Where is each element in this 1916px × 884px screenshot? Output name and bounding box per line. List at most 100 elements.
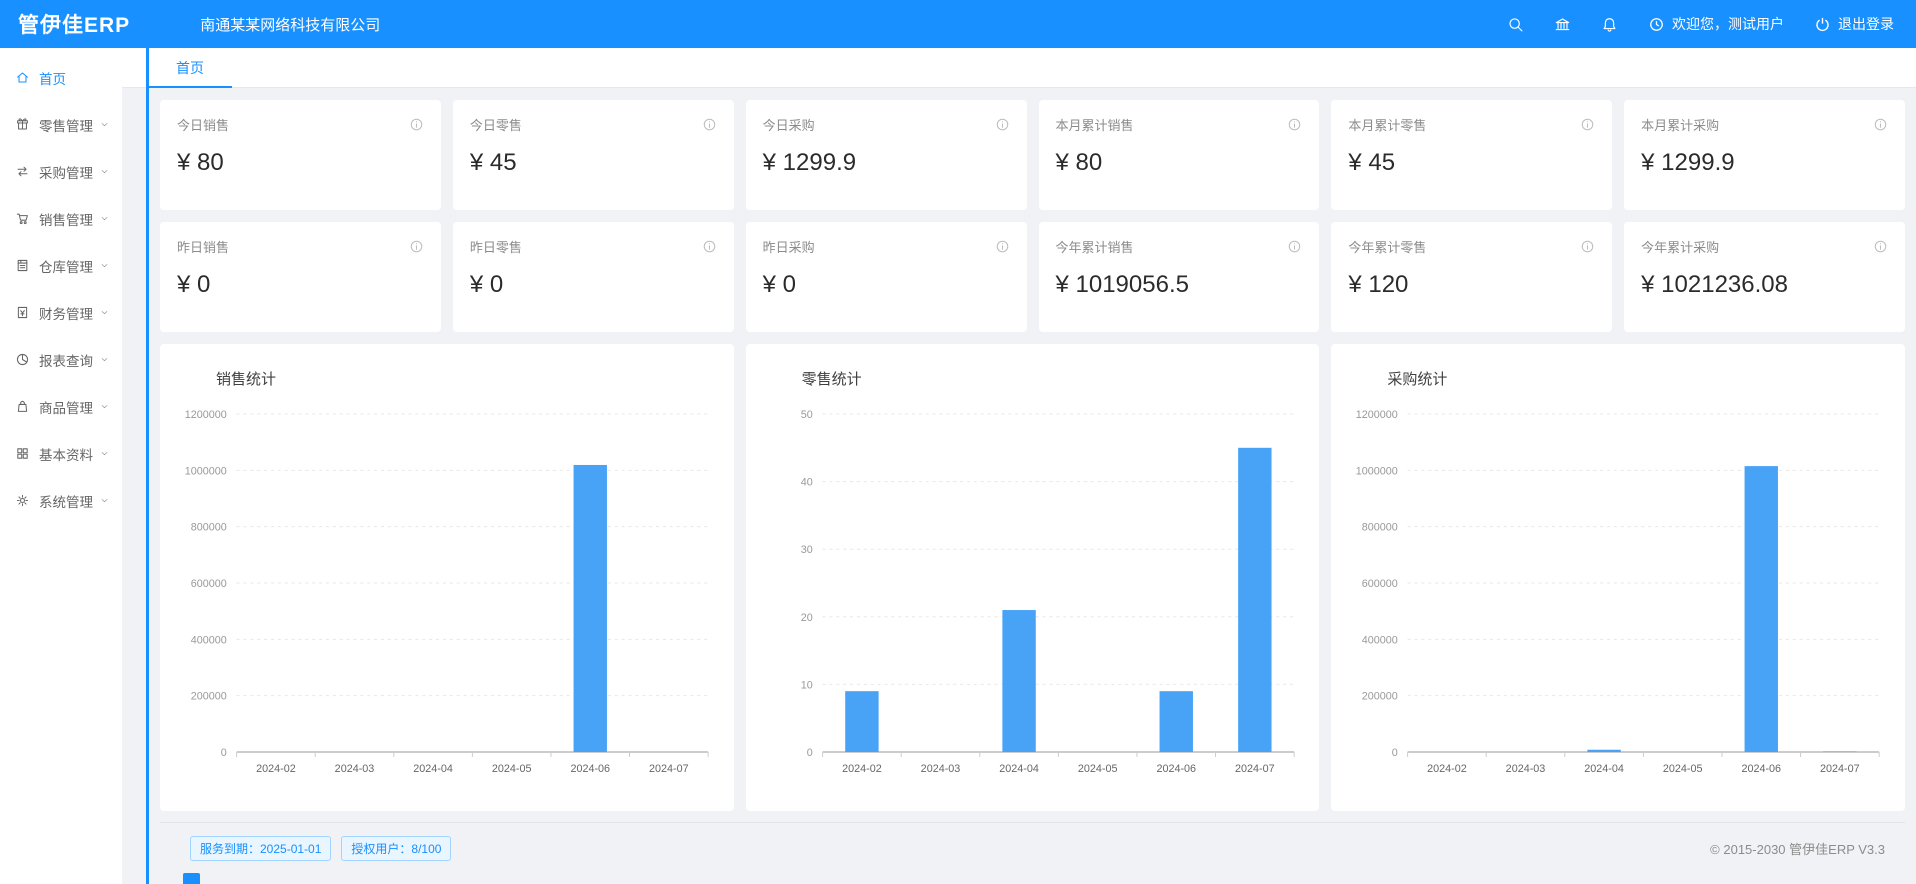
stat-card-today-purchase: 今日采购¥ 1299.9 <box>746 100 1027 210</box>
power-icon <box>1814 16 1831 33</box>
vertical-accent-bar <box>146 48 149 884</box>
stat-value: ¥ 0 <box>470 271 717 299</box>
grid-icon <box>15 446 30 461</box>
service-expiry-badge[interactable]: 服务到期：2025-01-01 <box>190 836 331 861</box>
app-logo[interactable]: 管伊佳ERP <box>0 9 130 39</box>
sidebar-item-retail[interactable]: 零售管理 <box>0 101 122 148</box>
svg-text:2024-03: 2024-03 <box>920 763 960 775</box>
stat-card-today-retail: 今日零售¥ 45 <box>453 100 734 210</box>
sidebar-item-warehouse[interactable]: 仓库管理 <box>0 242 122 289</box>
svg-text:1000000: 1000000 <box>185 465 227 477</box>
svg-text:0: 0 <box>806 747 812 759</box>
info-icon[interactable] <box>1580 239 1595 254</box>
cart-icon <box>15 211 30 226</box>
stat-label: 今日零售 <box>470 115 522 134</box>
chart-card-purchase: 采购统计020000040000060000080000010000001200… <box>1331 344 1905 811</box>
svg-text:2024-05: 2024-05 <box>1663 763 1703 775</box>
stat-label: 今年累计采购 <box>1641 237 1719 256</box>
swap-icon <box>15 164 30 179</box>
sidebar-item-label: 基本资料 <box>39 444 93 464</box>
sidebar-item-purchase[interactable]: 采购管理 <box>0 148 122 195</box>
svg-text:0: 0 <box>1392 747 1398 759</box>
logout-button[interactable]: 退出登录 <box>1814 14 1894 34</box>
info-icon[interactable] <box>995 117 1010 132</box>
chevron-down-icon <box>99 260 110 271</box>
sidebar-item-sales[interactable]: 销售管理 <box>0 195 122 242</box>
info-icon[interactable] <box>1287 239 1302 254</box>
floating-widget[interactable] <box>183 873 200 884</box>
footer-bar: 服务到期：2025-01-01 授权用户：8/100 © 2015-2030 管… <box>160 822 1905 873</box>
svg-text:2024-07: 2024-07 <box>649 763 689 775</box>
bank-icon[interactable] <box>1554 16 1571 33</box>
info-icon[interactable] <box>409 239 424 254</box>
stat-label: 本月累计采购 <box>1641 115 1719 134</box>
chart-title-purchase: 采购统计 <box>1387 368 1905 390</box>
svg-text:2024-04: 2024-04 <box>1585 763 1625 775</box>
svg-text:200000: 200000 <box>191 691 227 703</box>
sidebar-item-finance[interactable]: 财务管理 <box>0 289 122 336</box>
info-icon[interactable] <box>1873 117 1888 132</box>
sidebar-item-label: 报表查询 <box>39 350 93 370</box>
pie-chart-icon <box>15 352 30 367</box>
clock-icon <box>1648 16 1665 33</box>
ledger-icon <box>15 258 30 273</box>
stat-card-yesterday-retail: 昨日零售 ¥ 0 <box>453 222 734 332</box>
info-icon[interactable] <box>1580 117 1595 132</box>
svg-text:600000: 600000 <box>1362 578 1398 590</box>
chevron-down-icon <box>99 448 110 459</box>
sidebar-item-label: 商品管理 <box>39 397 93 417</box>
svg-text:20: 20 <box>800 612 812 624</box>
info-icon[interactable] <box>1873 239 1888 254</box>
sidebar-item-goods[interactable]: 商品管理 <box>0 383 122 430</box>
sidebar-item-basic[interactable]: 基本资料 <box>0 430 122 477</box>
tab-bar: 首页 <box>122 48 1916 88</box>
gear-icon <box>15 493 30 508</box>
svg-text:2024-05: 2024-05 <box>492 763 532 775</box>
svg-text:2024-02: 2024-02 <box>256 763 296 775</box>
search-icon[interactable] <box>1507 16 1524 33</box>
tab-home[interactable]: 首页 <box>148 48 232 88</box>
stat-card-year-purchase: 今年累计采购¥ 1021236.08 <box>1624 222 1905 332</box>
info-icon[interactable] <box>995 239 1010 254</box>
stat-value: ¥ 0 <box>763 271 1010 299</box>
svg-text:1200000: 1200000 <box>1356 409 1398 421</box>
svg-text:200000: 200000 <box>1362 691 1398 703</box>
svg-text:1000000: 1000000 <box>1356 465 1398 477</box>
stat-label: 昨日零售 <box>470 237 522 256</box>
stat-label: 昨日销售 <box>177 237 229 256</box>
welcome-user[interactable]: 欢迎您，测试用户 <box>1648 14 1784 34</box>
retail-bar-chart: 010203040502024-022024-032024-042024-052… <box>746 398 1320 796</box>
svg-text:600000: 600000 <box>191 578 227 590</box>
finance-icon <box>15 305 30 320</box>
sales-bar-chart: 0200000400000600000800000100000012000002… <box>160 398 734 796</box>
svg-text:2024-03: 2024-03 <box>1506 763 1546 775</box>
stat-value: ¥ 45 <box>1348 149 1595 177</box>
svg-text:2024-07: 2024-07 <box>1820 763 1860 775</box>
info-icon[interactable] <box>1287 117 1302 132</box>
info-icon[interactable] <box>702 239 717 254</box>
licensed-users-badge[interactable]: 授权用户：8/100 <box>341 836 451 861</box>
sidebar-item-reports[interactable]: 报表查询 <box>0 336 122 383</box>
stat-value: ¥ 80 <box>177 149 424 177</box>
bell-icon[interactable] <box>1601 16 1618 33</box>
info-icon[interactable] <box>702 117 717 132</box>
sidebar-item-label: 系统管理 <box>39 491 93 511</box>
header-actions: 欢迎您，测试用户 退出登录 <box>1507 14 1916 34</box>
sidebar-item-system[interactable]: 系统管理 <box>0 477 122 524</box>
stat-label: 本月累计销售 <box>1056 115 1134 134</box>
svg-text:2024-04: 2024-04 <box>413 763 453 775</box>
chart-title-sales: 销售统计 <box>216 368 734 390</box>
chevron-down-icon <box>99 495 110 506</box>
sidebar-item-home[interactable]: 首页 <box>0 54 122 101</box>
stat-value: ¥ 1299.9 <box>1641 149 1888 177</box>
stat-value: ¥ 0 <box>177 271 424 299</box>
chevron-down-icon <box>99 401 110 412</box>
info-icon[interactable] <box>409 117 424 132</box>
stat-value: ¥ 80 <box>1056 149 1303 177</box>
chevron-down-icon <box>99 119 110 130</box>
stat-card-year-retail: 今年累计零售¥ 120 <box>1331 222 1612 332</box>
bag-icon <box>15 399 30 414</box>
sidebar-item-label: 仓库管理 <box>39 256 93 276</box>
svg-text:10: 10 <box>800 679 812 691</box>
svg-text:2024-06: 2024-06 <box>1156 763 1196 775</box>
